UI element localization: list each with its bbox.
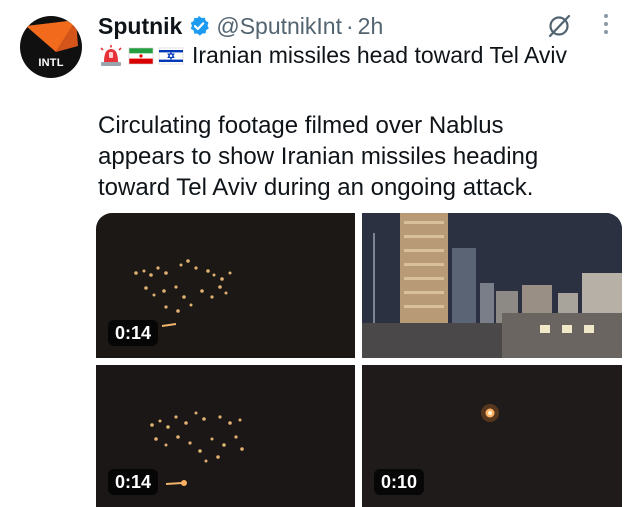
body-line: Circulating footage filmed over Nablus: [98, 112, 504, 139]
grok-icon[interactable]: [546, 13, 572, 39]
avatar-label: INTL: [38, 57, 64, 69]
video-thumbnail[interactable]: 0:10: [362, 365, 622, 507]
video-thumbnail[interactable]: [362, 213, 622, 358]
body-line: appears to show Iranian missiles heading: [98, 143, 539, 170]
body-line: toward Tel Aviv during an ongoing attack…: [98, 174, 534, 201]
separator-dot: ·: [345, 12, 354, 39]
timestamp[interactable]: 2h: [358, 13, 384, 40]
video-duration: 0:10: [374, 469, 425, 495]
subtitle-text: Iranian missiles head toward Tel Aviv: [192, 42, 568, 68]
israel-flag-icon: [158, 45, 184, 67]
video-duration: 0:14: [108, 320, 159, 346]
tweet-body: Circulating footage filmed over Nablus a…: [98, 110, 598, 203]
author-name[interactable]: Sputnik: [98, 13, 182, 40]
video-thumbnail[interactable]: 0:14: [96, 365, 355, 507]
more-icon[interactable]: [600, 14, 612, 40]
media-grid: 0:14 0:14 0:10: [96, 213, 622, 507]
video-duration: 0:14: [108, 469, 159, 495]
tweet-header: Sputnik @SputnikInt · 2h: [98, 10, 383, 42]
tweet-subtitle: Iranian missiles head toward Tel Aviv: [98, 42, 567, 69]
avatar[interactable]: INTL: [20, 16, 82, 78]
rotating-light-icon: [98, 44, 124, 67]
video-thumbnail[interactable]: 0:14: [96, 213, 355, 358]
verified-badge-icon: [188, 15, 210, 37]
author-handle[interactable]: @SputnikInt: [216, 13, 342, 40]
iran-flag-icon: [128, 45, 154, 67]
